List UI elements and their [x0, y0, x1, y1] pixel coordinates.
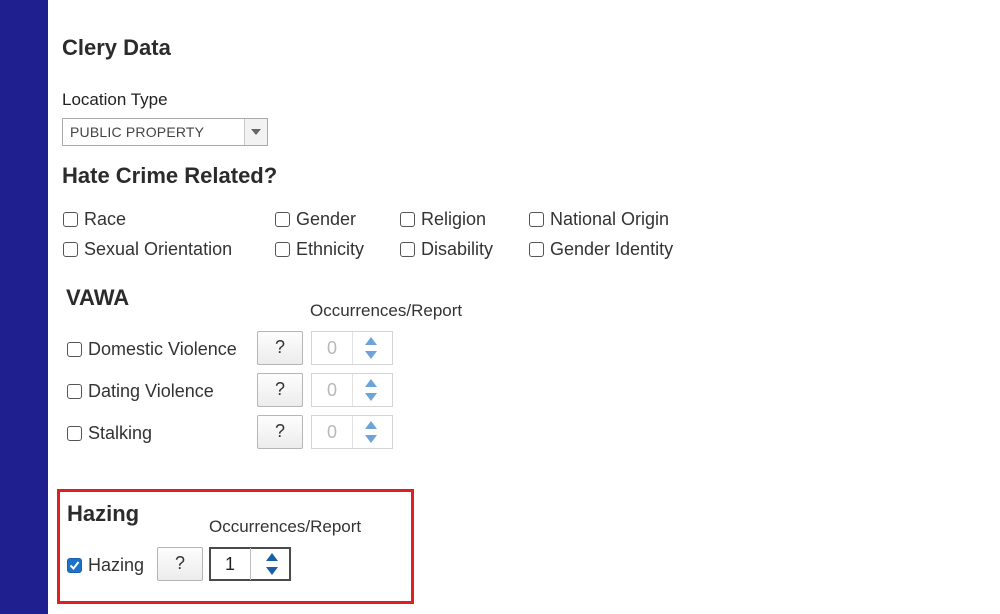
- checkbox-box[interactable]: [63, 211, 78, 227]
- occurrences-spinner-hazing[interactable]: 1: [209, 547, 291, 581]
- checkbox-box[interactable]: [400, 211, 415, 227]
- checkbox-stalking[interactable]: Stalking: [67, 422, 152, 444]
- left-sidebar-strip: [0, 0, 48, 614]
- vawa-occurrences-header: Occurrences/Report: [310, 301, 463, 320]
- occurrences-value[interactable]: 0: [312, 416, 352, 448]
- checkbox-box[interactable]: [529, 241, 544, 257]
- checkbox-gender[interactable]: Gender: [275, 208, 356, 230]
- arrow-down-icon[interactable]: [365, 351, 377, 359]
- occurrences-value[interactable]: 1: [210, 548, 250, 580]
- checkbox-label: National Origin: [550, 209, 670, 229]
- checkbox-box[interactable]: [67, 425, 82, 441]
- caret-down-icon: [251, 129, 261, 135]
- checkbox-label: Domestic Violence: [88, 339, 237, 359]
- checkbox-label: Hazing: [88, 555, 145, 575]
- occurrences-value[interactable]: 0: [312, 374, 352, 406]
- location-type-select[interactable]: PUBLIC PROPERTY: [62, 118, 268, 146]
- spinner-divider: [352, 374, 353, 406]
- checkbox-box-checked[interactable]: [67, 557, 82, 573]
- checkbox-sexual-orientation[interactable]: Sexual Orientation: [63, 238, 232, 260]
- location-type-label: Location Type: [62, 90, 168, 109]
- checkbox-box[interactable]: [275, 241, 290, 257]
- occurrences-spinner-dating-violence[interactable]: 0: [311, 373, 393, 407]
- checkbox-label: Stalking: [88, 423, 153, 443]
- occurrences-spinner-stalking[interactable]: 0: [311, 415, 393, 449]
- checkbox-box[interactable]: [63, 241, 78, 257]
- checkbox-national-origin[interactable]: National Origin: [529, 208, 669, 230]
- checkbox-hazing[interactable]: Hazing: [67, 554, 144, 576]
- occurrences-value[interactable]: 0: [312, 332, 352, 364]
- arrow-up-icon[interactable]: [365, 379, 377, 387]
- checkbox-label: Gender: [296, 209, 357, 229]
- checkmark-icon: [69, 560, 80, 570]
- checkbox-disability[interactable]: Disability: [400, 238, 493, 260]
- page-title: Clery Data: [62, 35, 171, 60]
- spinner-divider: [352, 332, 353, 364]
- spinner-divider: [352, 416, 353, 448]
- hazing-occurrences-header: Occurrences/Report: [209, 517, 362, 536]
- checkbox-domestic-violence[interactable]: Domestic Violence: [67, 338, 237, 360]
- checkbox-label: Disability: [421, 239, 494, 259]
- checkbox-box[interactable]: [67, 383, 82, 399]
- checkbox-label: Dating Violence: [88, 381, 214, 401]
- occurrences-spinner-domestic-violence[interactable]: 0: [311, 331, 393, 365]
- checkbox-religion[interactable]: Religion: [400, 208, 486, 230]
- checkbox-dating-violence[interactable]: Dating Violence: [67, 380, 214, 402]
- location-type-value: PUBLIC PROPERTY: [70, 124, 205, 140]
- checkbox-ethnicity[interactable]: Ethnicity: [275, 238, 364, 260]
- hazing-heading: Hazing: [67, 501, 140, 526]
- select-arrow[interactable]: [244, 119, 267, 145]
- checkbox-box[interactable]: [400, 241, 415, 257]
- checkbox-box[interactable]: [67, 341, 82, 357]
- arrow-up-icon[interactable]: [365, 337, 377, 345]
- checkbox-race[interactable]: Race: [63, 208, 126, 230]
- help-button-hazing[interactable]: ?: [157, 547, 203, 581]
- arrow-down-icon[interactable]: [365, 435, 377, 443]
- help-button-dating-violence[interactable]: ?: [257, 373, 303, 407]
- arrow-down-icon[interactable]: [266, 567, 278, 575]
- checkbox-label: Race: [84, 209, 127, 229]
- arrow-up-icon[interactable]: [266, 553, 278, 561]
- hate-crime-heading: Hate Crime Related?: [62, 163, 278, 188]
- spinner-divider: [250, 548, 251, 580]
- arrow-down-icon[interactable]: [365, 393, 377, 401]
- checkbox-label: Sexual Orientation: [84, 239, 233, 259]
- checkbox-label: Religion: [421, 209, 487, 229]
- checkbox-gender-identity[interactable]: Gender Identity: [529, 238, 673, 260]
- help-button-stalking[interactable]: ?: [257, 415, 303, 449]
- checkbox-label: Gender Identity: [550, 239, 674, 259]
- arrow-up-icon[interactable]: [365, 421, 377, 429]
- vawa-heading: VAWA: [66, 285, 130, 310]
- checkbox-box[interactable]: [275, 211, 290, 227]
- checkbox-label: Ethnicity: [296, 239, 365, 259]
- checkbox-box[interactable]: [529, 211, 544, 227]
- help-button-domestic-violence[interactable]: ?: [257, 331, 303, 365]
